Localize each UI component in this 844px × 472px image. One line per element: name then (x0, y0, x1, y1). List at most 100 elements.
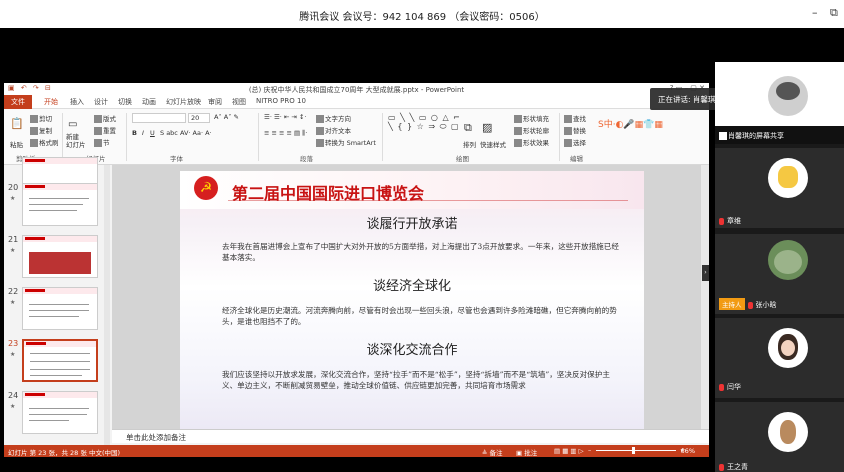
zoom-slider[interactable] (596, 450, 676, 451)
shape-outline-button[interactable]: 形状轮廓 (514, 125, 549, 135)
tab-file[interactable]: 文件 (4, 95, 32, 109)
expand-panel-icon[interactable]: › (702, 265, 709, 281)
cut-icon (30, 115, 38, 123)
group-paragraph: 段落 (300, 155, 313, 163)
paste-icon[interactable]: 📋 (10, 117, 24, 130)
zoom-level[interactable]: 66% (681, 447, 695, 455)
ribbon-tabs: 文件 开始 插入 设计 切换 动画 幻灯片放映 审阅 视图 NITRO PRO … (4, 95, 709, 109)
notes-pane[interactable]: 单击此处添加备注 (112, 429, 709, 443)
participant-tile[interactable]: 王之青 (715, 402, 844, 472)
tab-animations[interactable]: 动画 (142, 97, 156, 107)
font-grow-icon[interactable]: A˄ A˅ ✎ (214, 113, 239, 121)
star-icon: ★ (10, 403, 16, 410)
participant-name: 闫华 (719, 382, 741, 392)
tab-review[interactable]: 审阅 (208, 97, 222, 107)
zoom-out-icon[interactable]: – (588, 446, 591, 454)
current-slide[interactable]: ☭ 第二届中国国际进口博览会 谈履行开放承诺 去年我在首届进博会上宣布了中国扩大… (180, 171, 644, 429)
host-badge: 主持人 (719, 298, 745, 310)
meeting-title: 腾讯会议 会议号：942 104 869 （会议密码：0506） (299, 12, 545, 23)
layout-button[interactable]: 版式 (94, 113, 116, 123)
section-text-3[interactable]: 我们应该坚持以开放求发展，深化交流合作，坚持“拉手”而不是“松手”，坚持“拆墙”… (222, 369, 620, 391)
arrange-icon[interactable]: ⧉ (464, 121, 472, 135)
meeting-title-bar: 腾讯会议 会议号：942 104 869 （会议密码：0506） – ⧉ (0, 0, 844, 28)
copy-button[interactable]: 复制 (30, 125, 52, 135)
new-slide-button[interactable]: 新建 幻灯片 (66, 133, 86, 149)
tab-view[interactable]: 视图 (232, 97, 246, 107)
notes-placeholder: 单击此处添加备注 (126, 433, 186, 442)
slide-thumbnail[interactable] (22, 235, 98, 278)
participant-name: 主持人 张小晗 (719, 298, 777, 310)
new-slide-icon[interactable]: ▭ (68, 119, 77, 130)
slide-info: 幻灯片 第 23 张，共 28 张 中文(中国) (8, 449, 121, 457)
underline-button[interactable]: U (150, 129, 155, 137)
find-icon (564, 115, 572, 123)
quick-styles-icon[interactable]: ▨ (482, 121, 492, 134)
list-buttons-icon[interactable]: ☰· ☰· ⇤ ⇥ ↕· (264, 113, 306, 121)
section-title-3[interactable]: 谈深化交流合作 (180, 339, 644, 358)
format-painter-button[interactable]: 格式刷 (30, 137, 59, 147)
screen-share-icon (719, 132, 727, 140)
minimize-icon[interactable]: – (812, 6, 818, 19)
slide-thumbnail[interactable] (22, 391, 98, 434)
ribbon-divider (126, 113, 127, 161)
tab-design[interactable]: 设计 (94, 97, 108, 107)
italic-button[interactable]: I (142, 129, 144, 137)
section-title-2[interactable]: 谈经济全球化 (180, 275, 644, 294)
comments-button[interactable]: ▣ 批注 (516, 447, 537, 457)
tab-insert[interactable]: 插入 (70, 97, 84, 107)
section-button[interactable]: 节 (94, 137, 110, 147)
paste-button[interactable]: 粘贴 (10, 139, 23, 149)
avatar (768, 76, 808, 116)
zoom-slider-handle[interactable] (632, 447, 635, 454)
slide-editor: ☭ 第二届中国国际进口博览会 谈履行开放承诺 去年我在首届进博会上宣布了中国扩大… (112, 165, 709, 429)
section-title-1[interactable]: 谈履行开放承诺 (180, 213, 644, 232)
participant-tile[interactable]: 闫华 (715, 318, 844, 398)
slide-number: 24 (8, 391, 19, 400)
mic-muted-icon (719, 217, 724, 225)
ribbon-divider (258, 113, 259, 161)
tab-home[interactable]: 开始 (44, 97, 58, 107)
slide-number: 20 (8, 183, 19, 192)
participant-name: 肖馨琪的屏幕共享 (719, 131, 784, 141)
align-buttons-icon[interactable]: ≡ ≡ ≡ ≡ ▤ ⫼· (264, 129, 307, 138)
text-direction-button[interactable]: 文字方向 (316, 113, 351, 123)
strikethrough-button[interactable]: S abc AV· Aa· A· (160, 129, 212, 137)
thumbnails-scrollbar[interactable] (104, 165, 110, 445)
replace-button[interactable]: 替换 (564, 125, 586, 135)
participant-panel: 肖馨琪的屏幕共享 章维 主持人 张小晗 闫华 王之青 (715, 62, 844, 472)
slide-thumbnail[interactable] (22, 183, 98, 226)
font-name-select[interactable] (132, 113, 186, 123)
restore-icon[interactable]: ⧉ (830, 6, 838, 20)
fill-icon (514, 115, 522, 123)
participant-tile[interactable]: 主持人 张小晗 (715, 234, 844, 314)
notes-button[interactable]: ≜ 备注 (482, 447, 503, 457)
ribbon-divider (559, 113, 560, 161)
find-button[interactable]: 查找 (564, 113, 586, 123)
arrange-button[interactable]: 排列 (463, 139, 476, 149)
bold-button[interactable]: B (132, 129, 137, 137)
tab-nitro[interactable]: NITRO PRO 10 (256, 97, 306, 105)
tab-transitions[interactable]: 切换 (118, 97, 132, 107)
select-button[interactable]: 选择 (564, 137, 586, 147)
participant-tile[interactable]: 章维 (715, 148, 844, 228)
reset-icon (94, 127, 102, 135)
view-buttons-icon[interactable]: ▤ ▦ ▥ ▷ (554, 447, 584, 455)
section-text-2[interactable]: 经济全球化是历史潮流。河流奔腾向前，尽管有时会出现一些回头浪，尽管也会遇到许多险… (222, 305, 620, 327)
quick-styles-button[interactable]: 快速样式 (480, 139, 506, 149)
smartart-button[interactable]: 转换为 SmartArt (316, 137, 376, 147)
slide-thumbnail[interactable] (22, 339, 98, 382)
reset-button[interactable]: 重置 (94, 125, 116, 135)
editor-scrollbar[interactable] (701, 165, 709, 429)
cut-button[interactable]: 剪切 (30, 113, 52, 123)
shape-fill-button[interactable]: 形状填充 (514, 113, 549, 123)
font-size-select[interactable]: 20 (188, 113, 210, 123)
slide-thumbnail[interactable] (22, 287, 98, 330)
sogou-ime-icon[interactable]: S中·◐🎤▦👕▦ (598, 117, 663, 130)
shape-effects-button[interactable]: 形状效果 (514, 137, 549, 147)
section-text-1[interactable]: 去年我在首届进博会上宣布了中国扩大对外开放的5方面举措，对上海提出了3点开放要求… (222, 241, 620, 263)
status-bar: 幻灯片 第 23 张，共 28 张 中文(中国) ≜ 备注 ▣ 批注 ▤ ▦ ▥… (4, 445, 709, 457)
shapes-gallery[interactable]: ▭ ╲ ╲ ▭ ○ △ ⌐ ╲ { } ☆ ⇒ ⬭ ▢ (388, 113, 461, 132)
group-font: 字体 (170, 155, 183, 163)
align-text-button[interactable]: 对齐文本 (316, 125, 351, 135)
tab-slideshow[interactable]: 幻灯片放映 (166, 97, 201, 107)
